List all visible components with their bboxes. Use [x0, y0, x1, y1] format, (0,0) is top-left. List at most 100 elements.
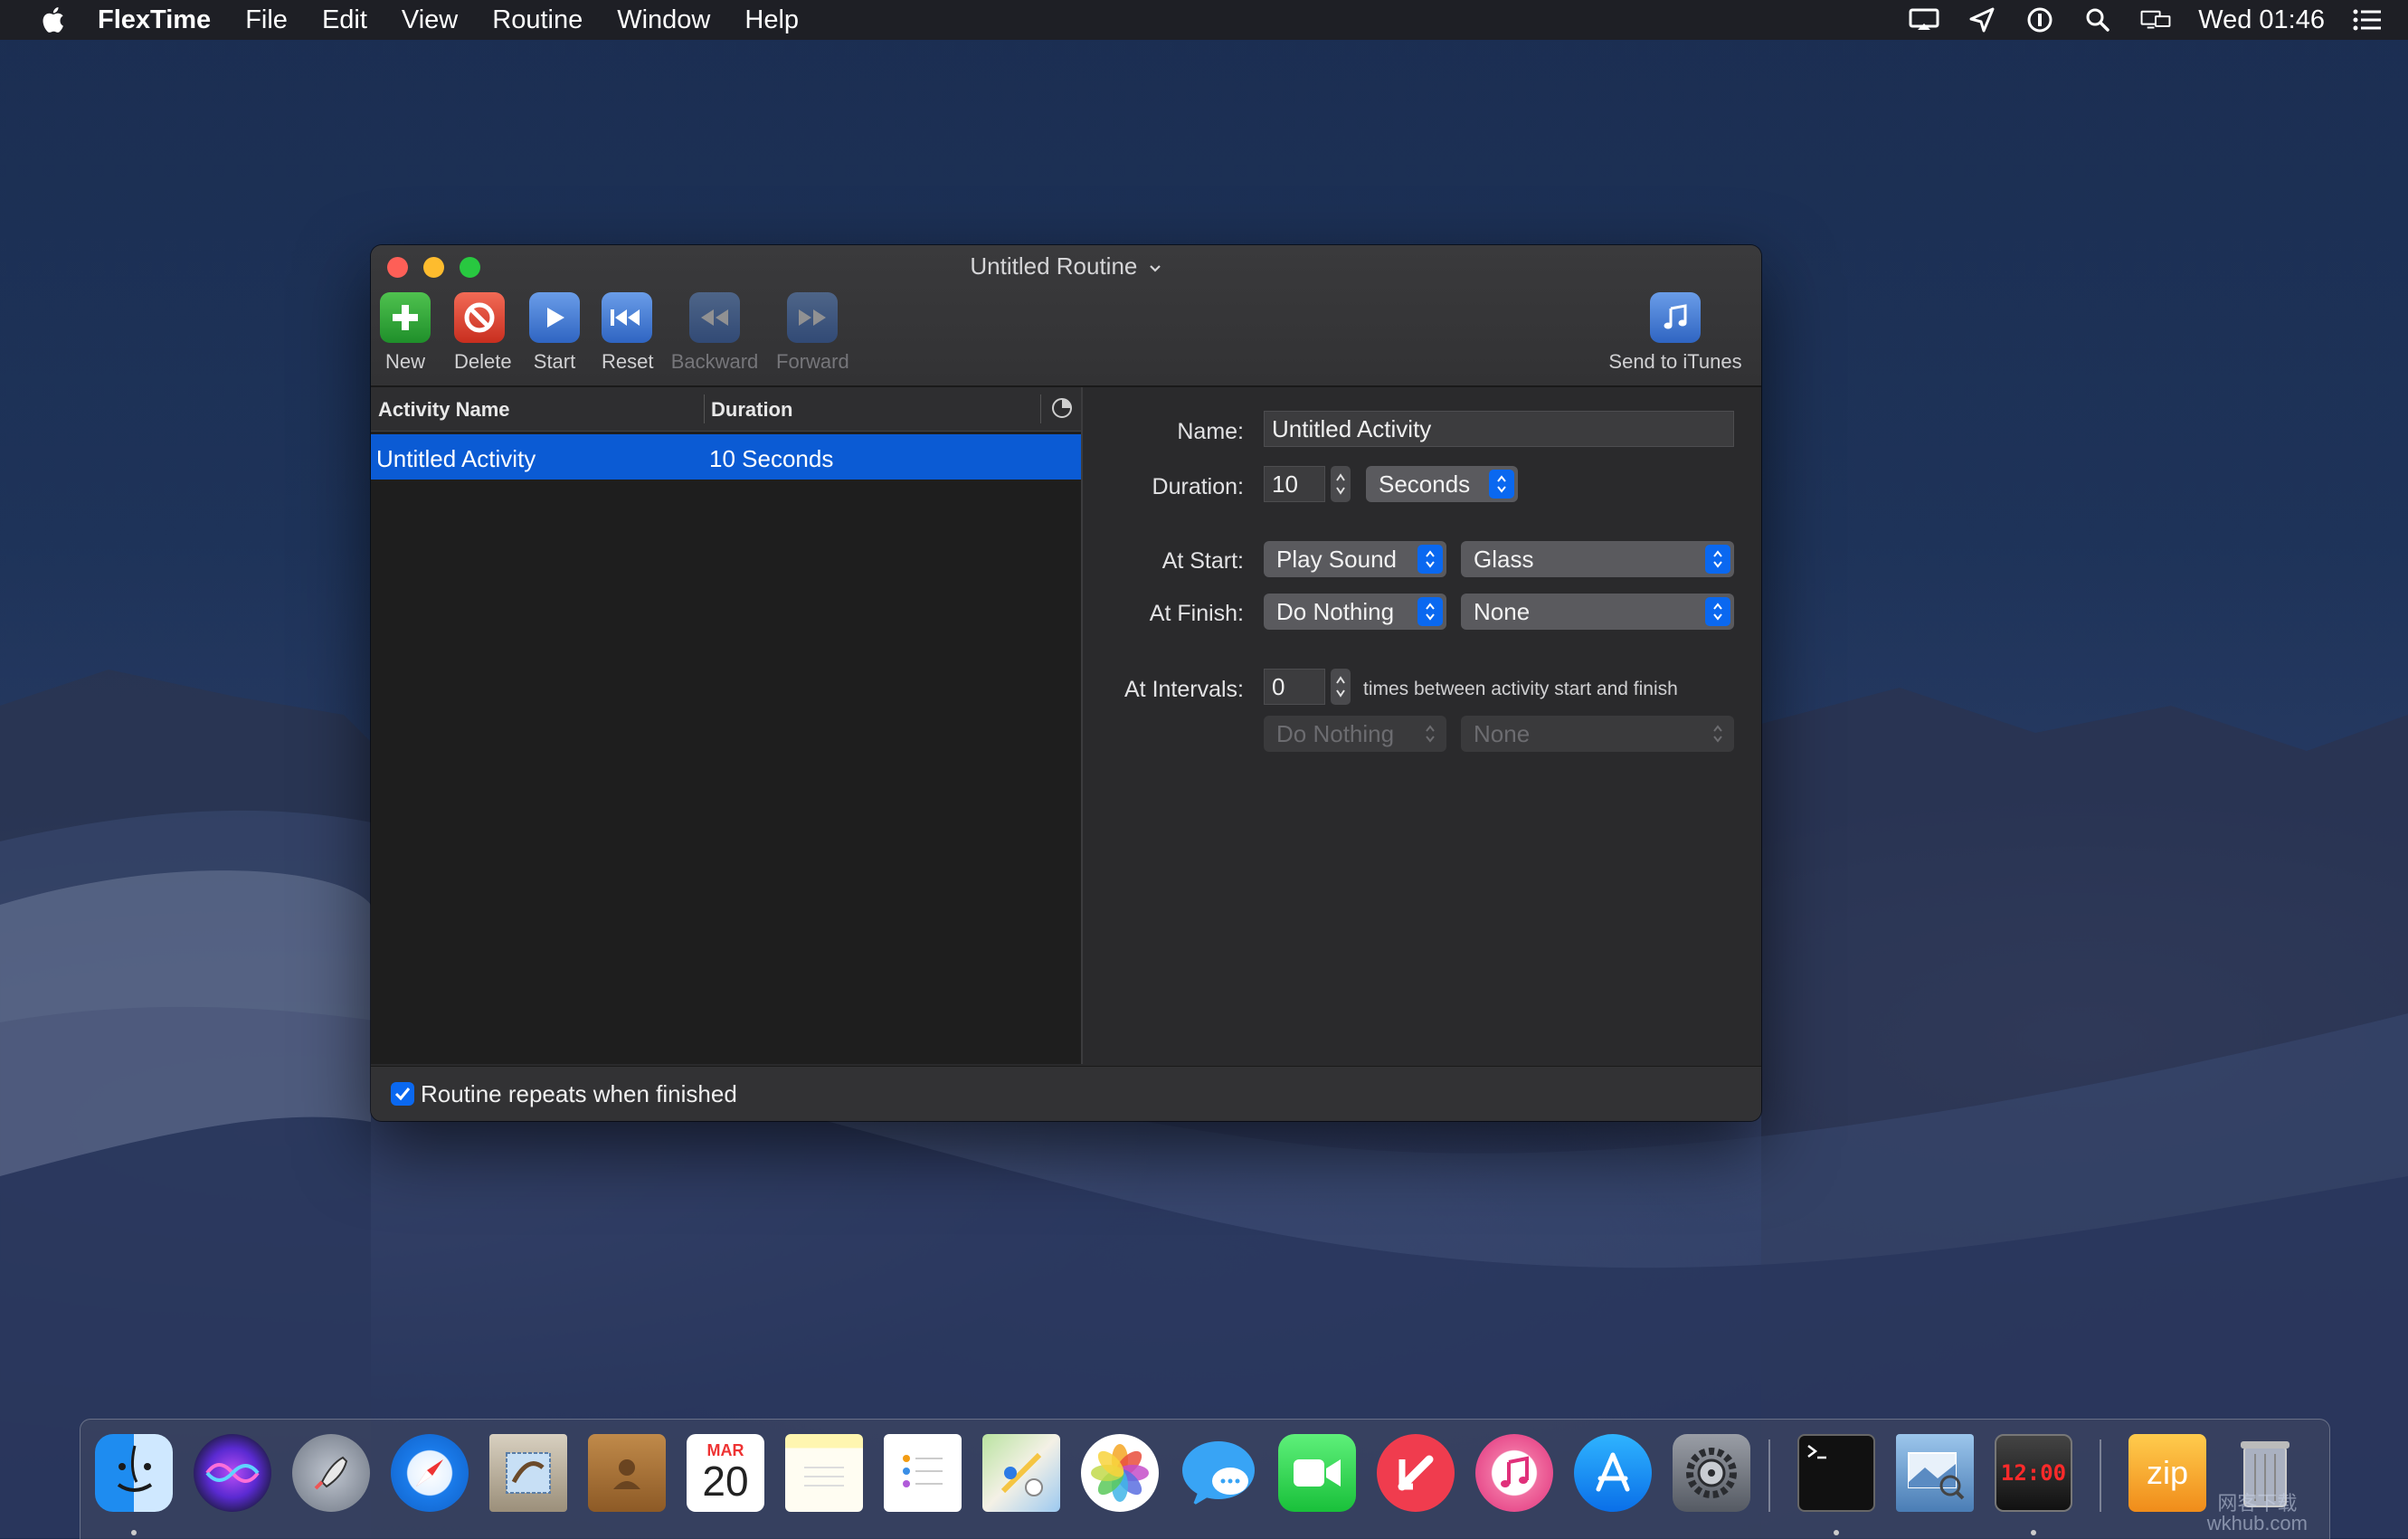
watermark: 网客下载 wkhub.com: [2207, 1494, 2308, 1534]
contacts-icon[interactable]: [588, 1434, 666, 1512]
repeat-checkbox-label[interactable]: Routine repeats when finished: [421, 1080, 737, 1108]
duration-unit-popup[interactable]: Seconds: [1366, 466, 1518, 502]
at-finish-action-popup[interactable]: Do Nothing: [1264, 594, 1446, 630]
add-icon: [380, 292, 431, 343]
running-indicator: [1834, 1530, 1839, 1535]
activity-name-cell: Untitled Activity: [376, 445, 536, 472]
rewind-to-start-icon: [602, 292, 652, 343]
menu-help[interactable]: Help: [744, 5, 799, 35]
new-button-label: New: [384, 350, 425, 373]
running-indicator: [2031, 1530, 2036, 1535]
duration-field[interactable]: 10: [1264, 466, 1325, 502]
duration-unit-value: Seconds: [1379, 470, 1471, 498]
interval-sound-popup[interactable]: None: [1461, 716, 1734, 752]
intervals-note: times between activity start and finish: [1363, 679, 1678, 699]
routine-window: Untitled Routine New Delete Start Reset …: [371, 245, 1761, 1121]
photos-icon[interactable]: [1081, 1434, 1159, 1512]
finder-icon[interactable]: [95, 1434, 173, 1512]
at-finish-label: At Finish:: [1149, 601, 1244, 626]
dock-separator: [2100, 1439, 2101, 1512]
delete-button-label: Delete: [454, 350, 512, 373]
menu-window[interactable]: Window: [617, 5, 710, 35]
siri-icon[interactable]: [194, 1434, 271, 1512]
reminders-icon[interactable]: [884, 1434, 962, 1512]
menu-file[interactable]: File: [245, 5, 288, 35]
send-to-itunes-button[interactable]: Send to iTunes: [1603, 292, 1748, 374]
flextime-app-icon[interactable]: 12:00: [1995, 1434, 2072, 1512]
window-title-text: Untitled Routine: [970, 252, 1138, 280]
play-icon: [529, 292, 580, 343]
running-indicator: [131, 1530, 137, 1535]
apple-menu-icon[interactable]: [34, 6, 71, 33]
delete-button[interactable]: Delete: [454, 292, 512, 374]
duration-label: Duration:: [1152, 474, 1244, 499]
music-note-icon: [1650, 292, 1701, 343]
activity-duration-cell: 10 Seconds: [709, 445, 834, 472]
spotlight-search-icon[interactable]: [2082, 5, 2113, 35]
itunes-icon[interactable]: [1475, 1434, 1553, 1512]
reset-button[interactable]: Reset: [602, 292, 654, 374]
display-mirroring-icon[interactable]: [2140, 5, 2171, 35]
at-start-label: At Start:: [1161, 548, 1244, 574]
send-to-itunes-label: Send to iTunes: [1608, 350, 1742, 373]
forward-button[interactable]: Forward: [776, 292, 849, 374]
column-header-activity-name[interactable]: Activity Name: [378, 398, 510, 422]
stepper-arrows-icon: [1336, 473, 1345, 495]
interval-action-popup[interactable]: Do Nothing: [1264, 716, 1446, 752]
clock-icon[interactable]: [1050, 396, 1074, 420]
menubar-clock[interactable]: Wed 01:46: [2198, 5, 2325, 35]
notes-icon[interactable]: [785, 1434, 863, 1512]
new-button[interactable]: New: [380, 292, 431, 374]
password-manager-icon[interactable]: [2024, 5, 2055, 35]
backward-button[interactable]: Backward: [669, 292, 760, 374]
preview-icon[interactable]: [1896, 1434, 1974, 1512]
maps-icon[interactable]: [982, 1434, 1060, 1512]
notification-center-icon[interactable]: [2352, 5, 2383, 35]
system-preferences-icon[interactable]: [1673, 1434, 1750, 1512]
duration-stepper[interactable]: [1331, 466, 1351, 502]
at-intervals-label: At Intervals:: [1124, 677, 1244, 702]
news-icon[interactable]: [1377, 1434, 1455, 1512]
activity-table: Activity Name Duration Untitled Activity…: [371, 387, 1083, 1064]
downloads-stack-icon[interactable]: zip: [2128, 1434, 2206, 1512]
forward-button-label: Forward: [776, 350, 849, 373]
watermark-line1: 网客下载: [2217, 1492, 2298, 1515]
menu-view[interactable]: View: [402, 5, 458, 35]
popup-arrows-icon: [1713, 725, 1722, 743]
at-finish-sound-popup[interactable]: None: [1461, 594, 1734, 630]
popup-arrows-icon: [1713, 603, 1722, 621]
watermark-line2: wkhub.com: [2206, 1512, 2308, 1534]
launchpad-icon[interactable]: [292, 1434, 370, 1512]
intervals-stepper[interactable]: [1331, 669, 1351, 705]
mail-icon[interactable]: [489, 1434, 567, 1512]
column-header-duration[interactable]: Duration: [711, 398, 792, 422]
menu-edit[interactable]: Edit: [322, 5, 367, 35]
menu-routine[interactable]: Routine: [492, 5, 583, 35]
start-button[interactable]: Start: [529, 292, 580, 374]
menu-bar: FlexTime File Edit View Routine Window H…: [0, 0, 2408, 40]
popup-arrows-icon: [1426, 725, 1435, 743]
chevron-down-icon: [1149, 265, 1161, 272]
backward-icon: [689, 292, 740, 343]
repeat-checkbox[interactable]: [391, 1082, 414, 1106]
facetime-icon[interactable]: [1278, 1434, 1356, 1512]
toolbar: New Delete Start Reset Backward Forward …: [371, 292, 1761, 383]
popup-arrows-icon: [1426, 603, 1435, 621]
popup-arrows-icon: [1426, 550, 1435, 568]
messages-icon[interactable]: [1180, 1434, 1257, 1512]
terminal-icon[interactable]: [1797, 1434, 1875, 1512]
reset-button-label: Reset: [602, 350, 654, 373]
intervals-field[interactable]: 0: [1264, 669, 1325, 705]
at-start-action-popup[interactable]: Play Sound: [1264, 541, 1446, 577]
table-row[interactable]: Untitled Activity 10 Seconds: [371, 434, 1081, 480]
at-start-sound-popup[interactable]: Glass: [1461, 541, 1734, 577]
calendar-icon[interactable]: MAR 20: [687, 1434, 764, 1512]
window-title[interactable]: Untitled Routine: [371, 252, 1761, 280]
send-icon[interactable]: [1967, 5, 1997, 35]
checkmark-icon: [394, 1088, 411, 1101]
app-menu[interactable]: FlexTime: [98, 5, 211, 35]
app-store-icon[interactable]: [1574, 1434, 1652, 1512]
name-field[interactable]: Untitled Activity: [1264, 411, 1734, 447]
notification-banner-icon[interactable]: [1909, 5, 1939, 35]
safari-icon[interactable]: [391, 1434, 469, 1512]
